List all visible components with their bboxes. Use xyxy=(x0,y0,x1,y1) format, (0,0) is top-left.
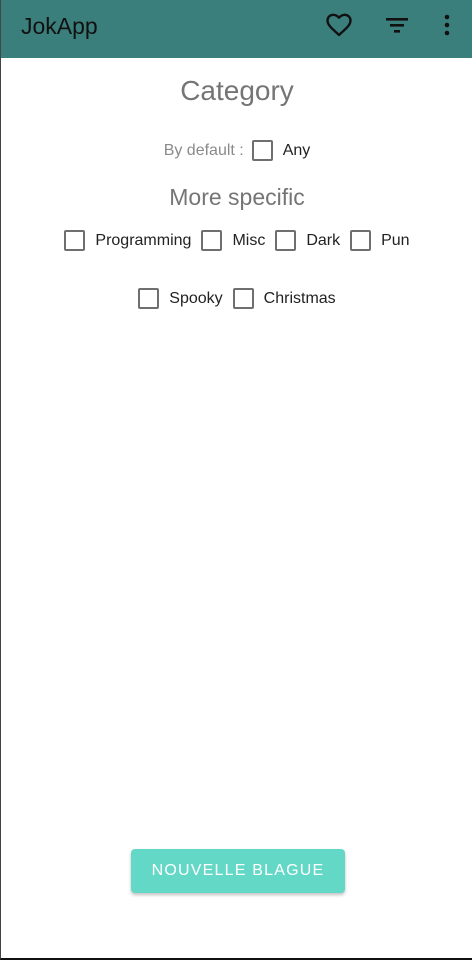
app-bar: JokApp xyxy=(1,0,472,58)
dark-label: Dark xyxy=(306,231,341,249)
misc-checkbox[interactable] xyxy=(201,230,223,251)
default-category-row: By default : Any xyxy=(1,140,472,161)
programming-checkbox-item[interactable]: Programming xyxy=(64,230,191,251)
category-title: Category xyxy=(180,75,294,106)
pun-checkbox-item[interactable]: Pun xyxy=(350,230,410,251)
christmas-checkbox[interactable] xyxy=(232,288,254,309)
app-screen: JokApp Category By default : Any More sp… xyxy=(0,0,472,960)
more-vert-icon[interactable] xyxy=(433,11,461,39)
any-label: Any xyxy=(282,141,311,159)
spooky-label: Spooky xyxy=(169,289,223,307)
misc-checkbox-item[interactable]: Misc xyxy=(201,230,265,251)
christmas-checkbox-item[interactable]: Christmas xyxy=(232,288,336,309)
category-options-row-2: Spooky Christmas xyxy=(1,288,472,309)
new-joke-button[interactable]: NOUVELLE BLAGUE xyxy=(131,849,345,893)
heart-icon[interactable] xyxy=(325,11,353,39)
any-checkbox[interactable] xyxy=(251,140,273,161)
filter-icon[interactable] xyxy=(383,11,411,39)
app-title: JokApp xyxy=(21,13,98,39)
category-options-row-1: Programming Misc Dark Pun xyxy=(1,230,472,251)
spooky-checkbox[interactable] xyxy=(138,288,160,309)
more-specific-title: More specific xyxy=(169,184,305,210)
dark-checkbox[interactable] xyxy=(275,230,297,251)
christmas-label: Christmas xyxy=(263,289,336,307)
misc-label: Misc xyxy=(232,231,266,249)
dark-checkbox-item[interactable]: Dark xyxy=(275,230,340,251)
programming-label: Programming xyxy=(95,231,192,249)
pun-label: Pun xyxy=(381,231,410,249)
programming-checkbox[interactable] xyxy=(64,230,86,251)
default-label: By default : xyxy=(163,141,244,159)
any-checkbox-item[interactable]: Any xyxy=(251,140,311,161)
spooky-checkbox-item[interactable]: Spooky xyxy=(138,288,223,309)
pun-checkbox[interactable] xyxy=(350,230,372,251)
